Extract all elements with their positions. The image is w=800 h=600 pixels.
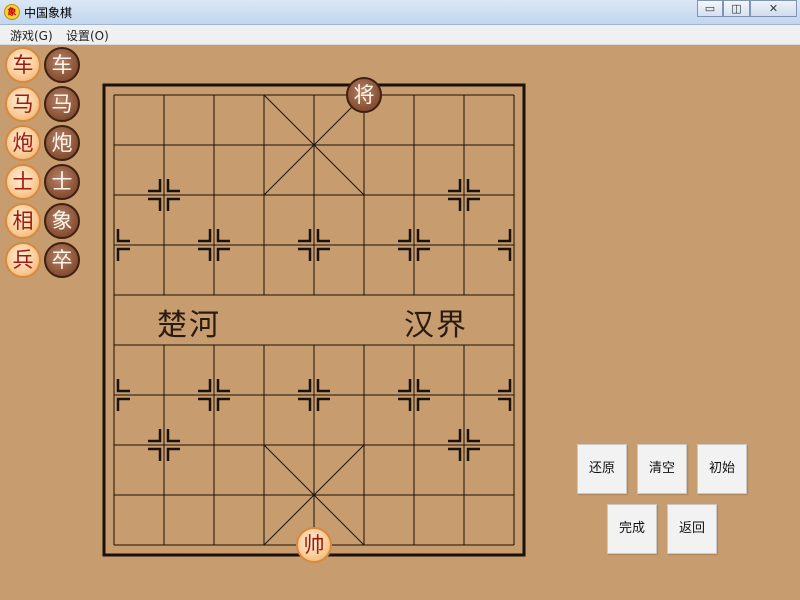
palette-black-horse[interactable]: 马 <box>44 86 80 122</box>
position-marker <box>216 397 230 411</box>
position-marker <box>216 379 230 393</box>
position-marker <box>316 247 330 261</box>
position-marker <box>298 397 312 411</box>
position-marker <box>498 397 512 411</box>
palette-black-chariot[interactable]: 车 <box>44 47 80 83</box>
position-marker <box>466 429 480 443</box>
palette-black-elephant[interactable]: 象 <box>44 203 80 239</box>
position-marker <box>448 179 462 193</box>
position-marker <box>316 229 330 243</box>
palette-red-elephant[interactable]: 相 <box>5 203 41 239</box>
palette-black-soldier[interactable]: 卒 <box>44 242 80 278</box>
done-button[interactable]: 完成 <box>607 504 657 554</box>
position-marker <box>198 247 212 261</box>
palette-red-horse[interactable]: 马 <box>5 86 41 122</box>
position-marker <box>166 197 180 211</box>
position-marker <box>148 429 162 443</box>
position-marker <box>316 397 330 411</box>
palette-black-cannon[interactable]: 炮 <box>44 125 80 161</box>
position-marker <box>398 229 412 243</box>
position-marker <box>498 229 512 243</box>
palette-black-advisor[interactable]: 士 <box>44 164 80 200</box>
position-marker <box>448 197 462 211</box>
position-marker <box>416 229 430 243</box>
position-marker <box>316 379 330 393</box>
position-marker <box>198 229 212 243</box>
position-marker <box>148 447 162 461</box>
palette-red-advisor[interactable]: 士 <box>5 164 41 200</box>
position-marker <box>466 197 480 211</box>
position-marker <box>116 397 130 411</box>
river-label-right: 汉界 <box>404 308 468 343</box>
position-marker <box>416 397 430 411</box>
position-marker <box>298 379 312 393</box>
position-marker <box>166 429 180 443</box>
position-marker <box>166 179 180 193</box>
position-marker <box>148 197 162 211</box>
palette-red-chariot[interactable]: 车 <box>5 47 41 83</box>
position-marker <box>448 429 462 443</box>
position-marker <box>198 379 212 393</box>
river-label-left: 楚河 <box>157 308 221 343</box>
position-marker <box>498 379 512 393</box>
position-marker <box>216 247 230 261</box>
position-marker <box>466 179 480 193</box>
position-marker <box>416 379 430 393</box>
palette-red-cannon[interactable]: 炮 <box>5 125 41 161</box>
back-button[interactable]: 返回 <box>667 504 717 554</box>
position-marker <box>116 247 130 261</box>
position-marker <box>498 247 512 261</box>
position-marker <box>298 229 312 243</box>
position-marker <box>216 229 230 243</box>
position-marker <box>448 447 462 461</box>
board-piece-black[interactable]: 将 <box>346 77 382 113</box>
position-marker <box>198 397 212 411</box>
board-piece-red[interactable]: 帅 <box>296 527 332 563</box>
position-marker <box>298 247 312 261</box>
position-marker <box>466 447 480 461</box>
clear-button[interactable]: 清空 <box>637 444 687 494</box>
palette-red-soldier[interactable]: 兵 <box>5 242 41 278</box>
restore-button[interactable]: 还原 <box>577 444 627 494</box>
position-marker <box>398 379 412 393</box>
position-marker <box>398 247 412 261</box>
position-marker <box>416 247 430 261</box>
position-marker <box>148 179 162 193</box>
initial-button[interactable]: 初始 <box>697 444 747 494</box>
position-marker <box>166 447 180 461</box>
position-marker <box>116 229 130 243</box>
position-marker <box>398 397 412 411</box>
position-marker <box>116 379 130 393</box>
